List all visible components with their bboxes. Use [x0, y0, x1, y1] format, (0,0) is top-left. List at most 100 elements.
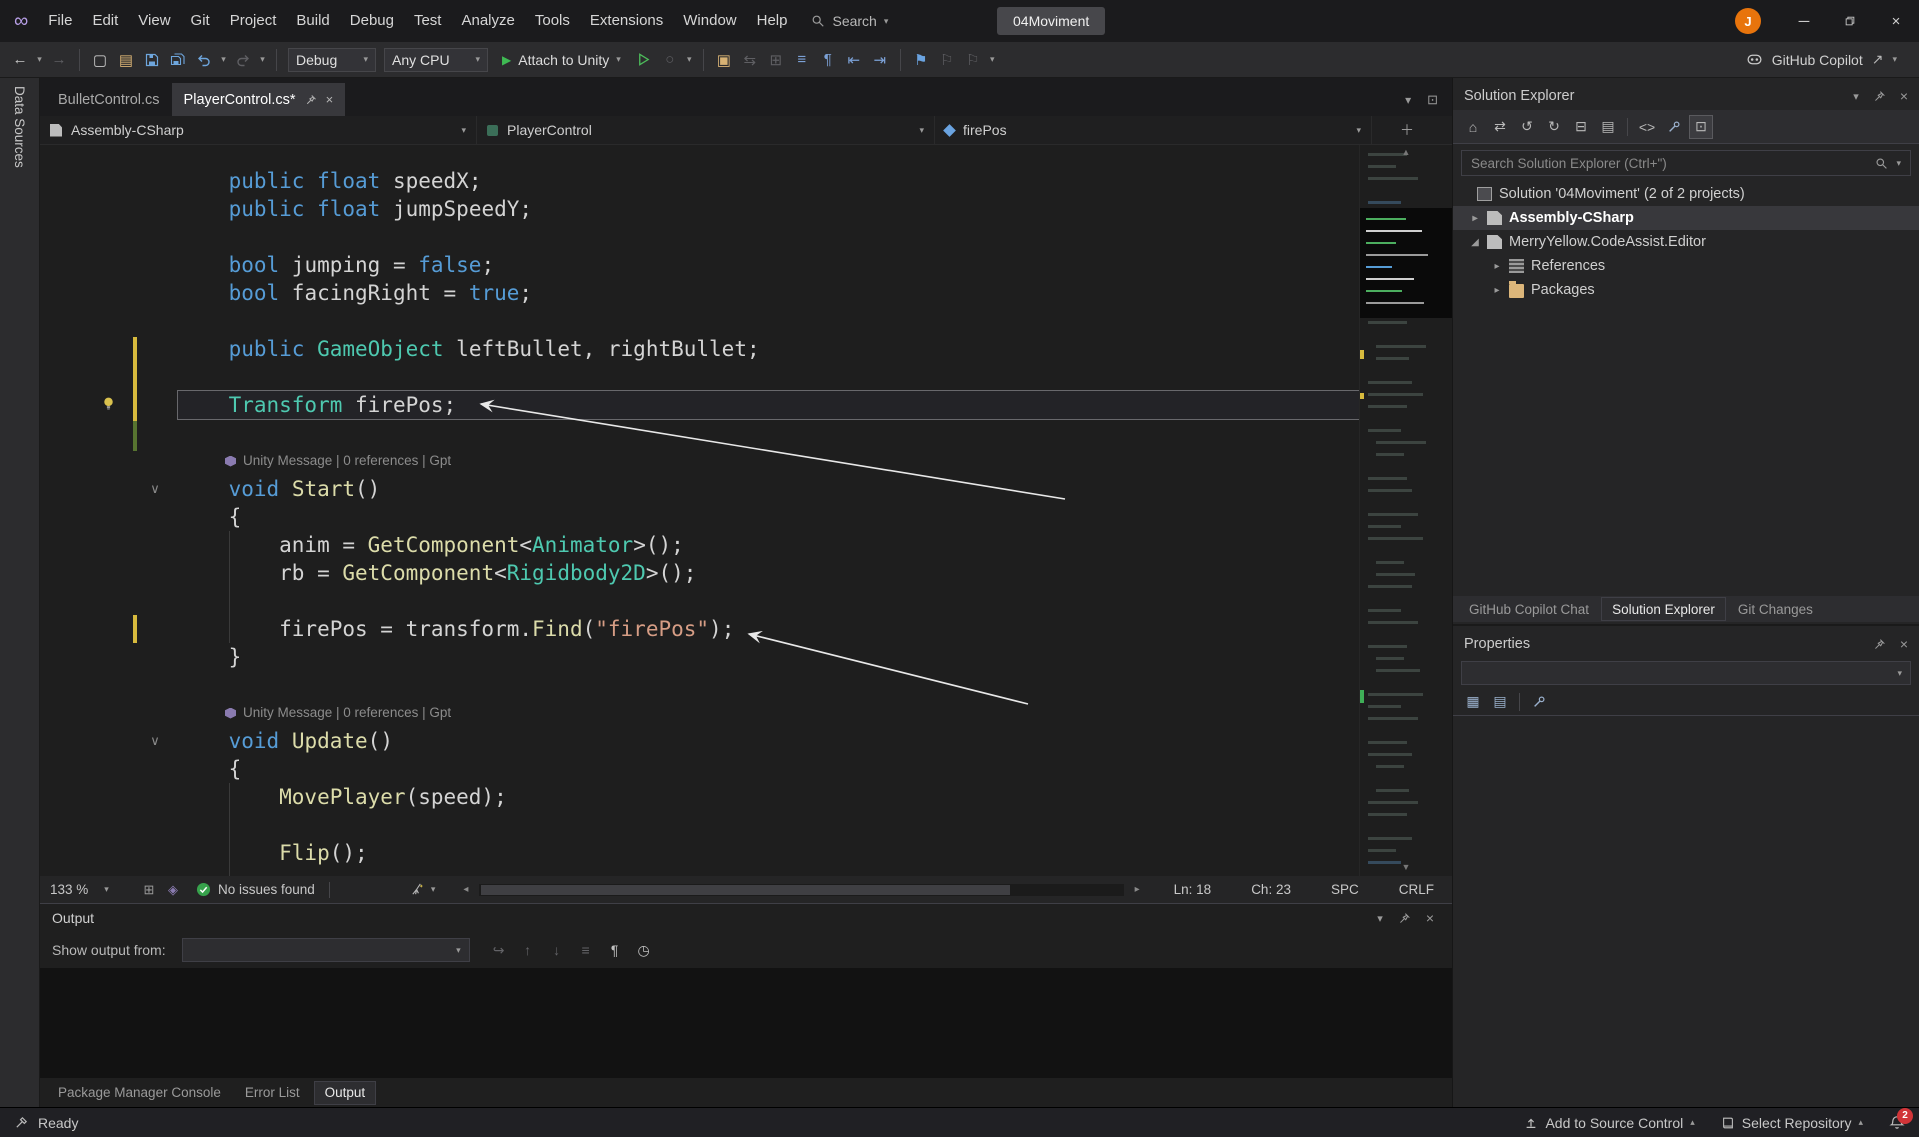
pin-icon[interactable]	[1873, 638, 1886, 651]
menu-debug[interactable]: Debug	[340, 0, 404, 42]
line-ending-indicator[interactable]: CRLF	[1399, 882, 1434, 897]
code-line[interactable]: public GameObject leftBullet, rightBulle…	[178, 335, 1359, 363]
property-pages-icon[interactable]	[1527, 690, 1551, 714]
prev-bookmark-icon[interactable]: ⚐	[935, 47, 959, 73]
preview-selected-icon[interactable]: ⊡	[1689, 115, 1713, 139]
project-dropdown[interactable]: Assembly-CSharp ▾	[40, 116, 477, 144]
tree-item-references[interactable]: ▸References	[1453, 254, 1919, 278]
home-icon[interactable]: ⌂	[1461, 115, 1485, 139]
solution-name-badge[interactable]: 04Moviment	[997, 7, 1105, 35]
code-line[interactable]: }	[178, 643, 1359, 671]
menu-file[interactable]: File	[38, 0, 82, 42]
active-files-caret-icon[interactable]: ▾	[1405, 93, 1411, 107]
code-line[interactable]: firePos = transform.Find("firePos");	[178, 615, 1359, 643]
column-indicator[interactable]: Ch: 23	[1251, 882, 1291, 897]
code-line[interactable]	[178, 419, 1359, 447]
preview-changes-icon[interactable]: ⊞	[764, 47, 788, 73]
tree-item-packages[interactable]: ▸Packages	[1453, 278, 1919, 302]
close-button[interactable]: ×	[1873, 0, 1919, 42]
collapse-all-icon[interactable]: ⊟	[1569, 115, 1593, 139]
menu-build[interactable]: Build	[286, 0, 339, 42]
code-line[interactable]	[178, 671, 1359, 699]
next-message-icon[interactable]: ↓	[546, 939, 568, 961]
intellicode-icon[interactable]: ◈	[164, 882, 182, 898]
indent-increase-icon[interactable]: ⇥	[868, 47, 892, 73]
prev-message-icon[interactable]: ↑	[517, 939, 539, 961]
bookmarks-caret-icon[interactable]: ▾	[987, 47, 998, 73]
add-to-source-control-button[interactable]: Add to Source Control ▴	[1524, 1115, 1694, 1131]
platform-select[interactable]: Any CPU▾	[384, 48, 488, 72]
code-line[interactable]: public float jumpSpeedY;	[178, 195, 1359, 223]
navigate-back-icon[interactable]: ←	[8, 47, 32, 73]
code-line[interactable]: Transform firePos;	[178, 391, 1359, 419]
navigate-back-caret-icon[interactable]: ▾	[34, 47, 45, 73]
next-bookmark-icon[interactable]: ⚐	[961, 47, 985, 73]
redo-caret-icon[interactable]: ▾	[257, 47, 268, 73]
menu-tools[interactable]: Tools	[525, 0, 580, 42]
open-folder-icon[interactable]: ▤	[114, 47, 138, 73]
horizontal-scrollbar[interactable]	[479, 884, 1123, 896]
issues-indicator[interactable]: No issues found	[196, 882, 315, 897]
search-button[interactable]: Search ▾	[811, 13, 888, 29]
output-content[interactable]	[40, 968, 1452, 1078]
tab-github-copilot-chat[interactable]: GitHub Copilot Chat	[1459, 597, 1599, 621]
minimize-button[interactable]: ─	[1781, 0, 1827, 42]
close-icon[interactable]: ×	[1900, 88, 1908, 104]
attach-to-unity-button[interactable]: ▶Attach to Unity▾	[493, 47, 630, 73]
switch-views-icon[interactable]: ⇄	[1488, 115, 1512, 139]
document-well-options-icon[interactable]: ⊡	[1427, 92, 1438, 108]
line-numbers-icon[interactable]: ≡	[790, 47, 814, 73]
caret-down-icon[interactable]: ▾	[1896, 158, 1901, 169]
open-copilot-icon[interactable]: ↗	[1872, 51, 1884, 68]
menu-project[interactable]: Project	[220, 0, 287, 42]
tree-item-merryyellow-codeassist-editor[interactable]: ◢MerryYellow.CodeAssist.Editor	[1453, 230, 1919, 254]
document-tab-playercontrol-cs[interactable]: PlayerControl.cs*×	[172, 83, 346, 116]
tab-error-list[interactable]: Error List	[235, 1081, 310, 1105]
code-line[interactable]: void Start()	[178, 475, 1359, 503]
twisty-icon[interactable]: ◢	[1467, 237, 1483, 248]
copilot-label[interactable]: GitHub Copilot	[1772, 52, 1863, 68]
bookmark-icon[interactable]: ⚑	[909, 47, 933, 73]
code-line[interactable]	[178, 363, 1359, 391]
scroll-down-icon[interactable]: ▼	[1360, 862, 1452, 872]
scrollbar-thumb[interactable]	[481, 885, 1009, 895]
restore-button[interactable]	[1827, 0, 1873, 42]
type-dropdown[interactable]: PlayerControl ▾	[477, 116, 935, 144]
document-tab-bulletcontrol-cs[interactable]: BulletControl.cs	[46, 83, 172, 116]
code-line[interactable]: MovePlayer(speed);	[178, 783, 1359, 811]
copilot-caret-icon[interactable]: ▾	[1892, 54, 1897, 65]
twisty-icon[interactable]: ▸	[1467, 213, 1483, 224]
menu-help[interactable]: Help	[747, 0, 798, 42]
background-tasks-icon[interactable]	[14, 1115, 29, 1130]
new-item-icon[interactable]: ▣	[712, 47, 736, 73]
refresh-icon[interactable]: ↻	[1542, 115, 1566, 139]
hot-reload-icon[interactable]: ○	[658, 47, 682, 73]
close-icon[interactable]: ×	[1900, 636, 1908, 652]
new-file-icon[interactable]: ▢	[88, 47, 112, 73]
scroll-right-icon[interactable]: ▸	[1135, 884, 1140, 895]
code-line[interactable]: rb = GetComponent<Rigidbody2D>();	[178, 559, 1359, 587]
sync-active-document-icon[interactable]: ⇆	[738, 47, 762, 73]
output-source-select[interactable]: ▾	[182, 938, 470, 962]
tab-output[interactable]: Output	[314, 1081, 377, 1105]
scroll-up-icon[interactable]: ▲	[1360, 147, 1452, 157]
code-line[interactable]: bool facingRight = true;	[178, 279, 1359, 307]
codelens-text[interactable]: Unity Message | 0 references | Gpt	[243, 699, 451, 727]
menu-analyze[interactable]: Analyze	[451, 0, 524, 42]
menu-view[interactable]: View	[128, 0, 180, 42]
code-line[interactable]: anim = GetComponent<Animator>();	[178, 531, 1359, 559]
code-view-icon[interactable]: <>	[1635, 115, 1659, 139]
comment-icon[interactable]: ¶	[816, 47, 840, 73]
menu-test[interactable]: Test	[404, 0, 452, 42]
zoom-select[interactable]: 133 % ▾	[50, 882, 134, 897]
menu-git[interactable]: Git	[181, 0, 220, 42]
save-all-icon[interactable]	[166, 47, 190, 73]
indent-decrease-icon[interactable]: ⇤	[842, 47, 866, 73]
code-line[interactable]	[178, 587, 1359, 615]
codelens-line[interactable]: Unity Message | 0 references | Gpt	[178, 699, 1359, 727]
menu-window[interactable]: Window	[673, 0, 746, 42]
split-view-icon[interactable]: ⊞	[140, 882, 158, 898]
line-indicator[interactable]: Ln: 18	[1174, 882, 1212, 897]
code-line[interactable]: void Update()	[178, 727, 1359, 755]
alphabetical-icon[interactable]: ▤	[1488, 690, 1512, 714]
